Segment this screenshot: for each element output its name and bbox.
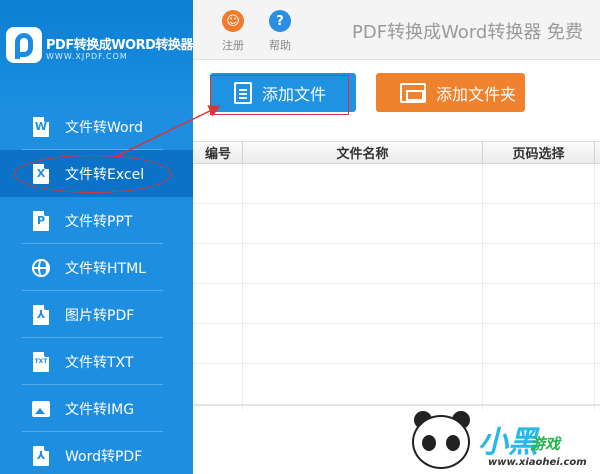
folder-icon xyxy=(400,82,426,103)
column-header-filename: 文件名称 xyxy=(243,142,483,163)
globe-icon xyxy=(31,258,51,278)
add-folder-button[interactable]: 添加文件夹 xyxy=(376,73,525,112)
word-doc-icon: W xyxy=(31,116,51,137)
image-icon xyxy=(31,399,51,419)
txt-doc-icon: TXT xyxy=(31,351,51,372)
sidebar-item-word-to-pdf[interactable]: ⅄ Word转PDF xyxy=(0,432,193,474)
sidebar-item-label: 文件转HTML xyxy=(65,260,146,277)
sidebar-item-file-to-img[interactable]: 文件转IMG xyxy=(0,385,193,432)
excel-doc-icon: X xyxy=(31,163,51,184)
sidebar-item-file-to-txt[interactable]: TXT 文件转TXT xyxy=(0,338,193,385)
ppt-doc-icon: P xyxy=(31,210,51,231)
table-row xyxy=(193,284,600,324)
sidebar-item-label: 文件转Excel xyxy=(65,166,145,183)
sidebar-item-label: 文件转IMG xyxy=(65,401,135,418)
add-folder-label: 添加文件夹 xyxy=(436,84,517,104)
top-bar: ☺ 注册 ? 帮助 PDF转换成Word转换器 免费 xyxy=(193,0,600,60)
table-body[interactable] xyxy=(193,164,600,410)
logo-title: PDF转换成WORD转换器 xyxy=(46,38,193,53)
table-header: 编号 文件名称 页码选择 xyxy=(193,142,600,164)
sidebar-item-file-to-ppt[interactable]: P 文件转PPT xyxy=(0,197,193,244)
table-row xyxy=(193,204,600,244)
panda-icon xyxy=(412,415,470,469)
logo-url: WWW.XJPDF.COM xyxy=(46,52,128,61)
pdf-doc-icon: ⅄ xyxy=(31,445,51,466)
file-table: 编号 文件名称 页码选择 xyxy=(193,141,600,410)
watermark-brand: 小黑 xyxy=(478,425,538,460)
add-file-button[interactable]: 添加文件 xyxy=(210,73,356,112)
add-file-label: 添加文件 xyxy=(262,84,327,104)
help-icon: ? xyxy=(269,10,291,32)
pdf-doc-icon: ⅄ xyxy=(31,304,51,325)
sidebar-nav: W 文件转Word X 文件转Excel P 文件转PPT 文件转HTML ⅄ … xyxy=(0,103,193,474)
sidebar-item-file-to-word[interactable]: W 文件转Word xyxy=(0,103,193,150)
register-button[interactable]: ☺ 注册 xyxy=(213,10,253,53)
file-icon xyxy=(234,81,252,104)
app-title: PDF转换成Word转换器 免费 xyxy=(352,22,584,43)
sidebar-item-image-to-pdf[interactable]: ⅄ 图片转PDF xyxy=(0,291,193,338)
help-label: 帮助 xyxy=(269,39,291,52)
watermark-url: www.xiaohei.com xyxy=(488,457,587,468)
register-label: 注册 xyxy=(222,39,244,52)
watermark-suffix: 游戏 xyxy=(530,435,561,453)
sidebar: PDF转换成WORD转换器 WWW.XJPDF.COM W 文件转Word X … xyxy=(0,0,193,474)
table-row xyxy=(193,244,600,284)
watermark-logo: 小黑 游戏 www.xiaohei.com xyxy=(400,405,600,474)
help-button[interactable]: ? 帮助 xyxy=(260,10,300,53)
sidebar-item-file-to-html[interactable]: 文件转HTML xyxy=(0,244,193,291)
sidebar-item-label: 文件转PPT xyxy=(65,213,133,230)
sidebar-item-label: Word转PDF xyxy=(65,448,143,465)
logo-icon xyxy=(6,27,42,63)
sidebar-item-label: 图片转PDF xyxy=(65,307,135,324)
column-header-page-select: 页码选择 xyxy=(483,142,595,163)
register-icon: ☺ xyxy=(222,10,244,32)
table-row xyxy=(193,324,600,364)
sidebar-item-file-to-excel[interactable]: X 文件转Excel xyxy=(0,150,193,197)
sidebar-item-label: 文件转Word xyxy=(65,119,143,136)
column-header-number: 编号 xyxy=(193,142,243,163)
app-logo: PDF转换成WORD转换器 WWW.XJPDF.COM xyxy=(0,0,193,103)
sidebar-item-label: 文件转TXT xyxy=(65,354,134,371)
table-row xyxy=(193,164,600,204)
